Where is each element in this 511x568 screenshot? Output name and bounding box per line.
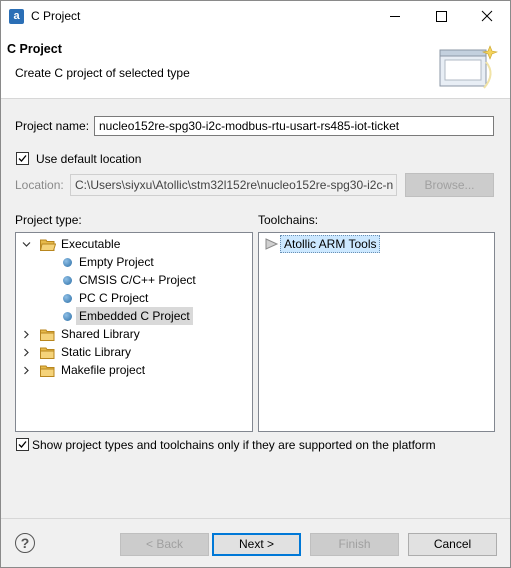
location-input[interactable]: C:\Users\siyxu\Atollic\stm32l152re\nucle… [70, 174, 397, 196]
wizard-banner-icon [439, 45, 498, 89]
tree-item-embedded-c-project[interactable]: Embedded C Project [62, 307, 242, 325]
chevron-right-icon [24, 366, 29, 375]
project-type-tree[interactable]: Executable Empty Project CMSIS C/C++ Pro… [15, 232, 253, 432]
supported-only-label: Show project types and toolchains only i… [32, 438, 436, 452]
project-type-icon [63, 276, 72, 285]
tree-item-executable[interactable]: Executable [22, 235, 242, 253]
folder-icon [40, 365, 55, 377]
page-description: Create C project of selected type [15, 66, 190, 80]
tree-item-label: Executable [61, 237, 121, 251]
tree-item-label: Shared Library [61, 327, 140, 341]
title-bar: a C Project [1, 1, 510, 32]
tree-item-label: CMSIS C/C++ Project [79, 273, 196, 287]
app-icon: a [9, 9, 24, 24]
use-default-location-checkbox[interactable] [16, 152, 29, 165]
toolchain-item-label: Atollic ARM Tools [280, 235, 381, 253]
toolchain-arrow-icon [265, 238, 279, 250]
project-type-icon [63, 312, 72, 321]
maximize-icon [436, 11, 447, 22]
tree-item-cmsis-project[interactable]: CMSIS C/C++ Project [62, 271, 242, 289]
tree-item-label: Static Library [61, 345, 132, 359]
tree-item-static-library[interactable]: Static Library [22, 343, 242, 361]
tree-item-label: PC C Project [79, 291, 149, 305]
location-label: Location: [15, 178, 64, 192]
tree-item-label: Embedded C Project [76, 307, 193, 325]
page-title: C Project [7, 42, 62, 56]
tree-item-shared-library[interactable]: Shared Library [22, 325, 242, 343]
project-type-icon [63, 258, 72, 267]
toolchains-label: Toolchains: [258, 213, 319, 227]
window-title: C Project [31, 9, 81, 23]
folder-icon [40, 347, 55, 359]
back-button[interactable]: < Back [120, 533, 209, 556]
toolchains-list[interactable]: Atollic ARM Tools [258, 232, 495, 432]
minimize-icon [390, 16, 400, 17]
folder-open-icon [40, 239, 56, 251]
project-type-label: Project type: [15, 213, 82, 227]
maximize-button[interactable] [418, 1, 464, 32]
chevron-right-icon [24, 348, 29, 357]
dialog-window: a C Project C Project Create C project o… [0, 0, 511, 568]
folder-icon [40, 329, 55, 341]
cancel-button[interactable]: Cancel [408, 533, 497, 556]
minimize-button[interactable] [372, 1, 418, 32]
chevron-right-icon [24, 330, 29, 339]
tree-item-label: Makefile project [61, 363, 146, 377]
close-button[interactable] [464, 1, 510, 32]
supported-only-checkbox[interactable] [16, 438, 29, 451]
chevron-down-icon [22, 242, 31, 247]
tree-item-makefile-project[interactable]: Makefile project [22, 361, 242, 379]
help-icon[interactable]: ? [15, 533, 35, 553]
project-type-icon [63, 294, 72, 303]
toolchain-item-atollic-arm-tools[interactable]: Atollic ARM Tools [265, 235, 385, 253]
close-icon [481, 10, 493, 22]
use-default-location-label: Use default location [36, 152, 142, 166]
next-button[interactable]: Next > [212, 533, 301, 556]
browse-button[interactable]: Browse... [405, 173, 494, 197]
tree-item-pc-c-project[interactable]: PC C Project [62, 289, 242, 307]
footer-divider [1, 518, 510, 519]
wizard-header: C Project Create C project of selected t… [1, 32, 510, 99]
finish-button[interactable]: Finish [310, 533, 399, 556]
project-name-input[interactable]: nucleo152re-spg30-i2c-modbus-rtu-usart-r… [94, 116, 494, 136]
checkmark-icon [18, 441, 27, 448]
tree-item-label: Empty Project [79, 255, 154, 269]
tree-item-empty-project[interactable]: Empty Project [62, 253, 242, 271]
project-name-label: Project name: [15, 119, 90, 133]
checkmark-icon [18, 155, 27, 162]
